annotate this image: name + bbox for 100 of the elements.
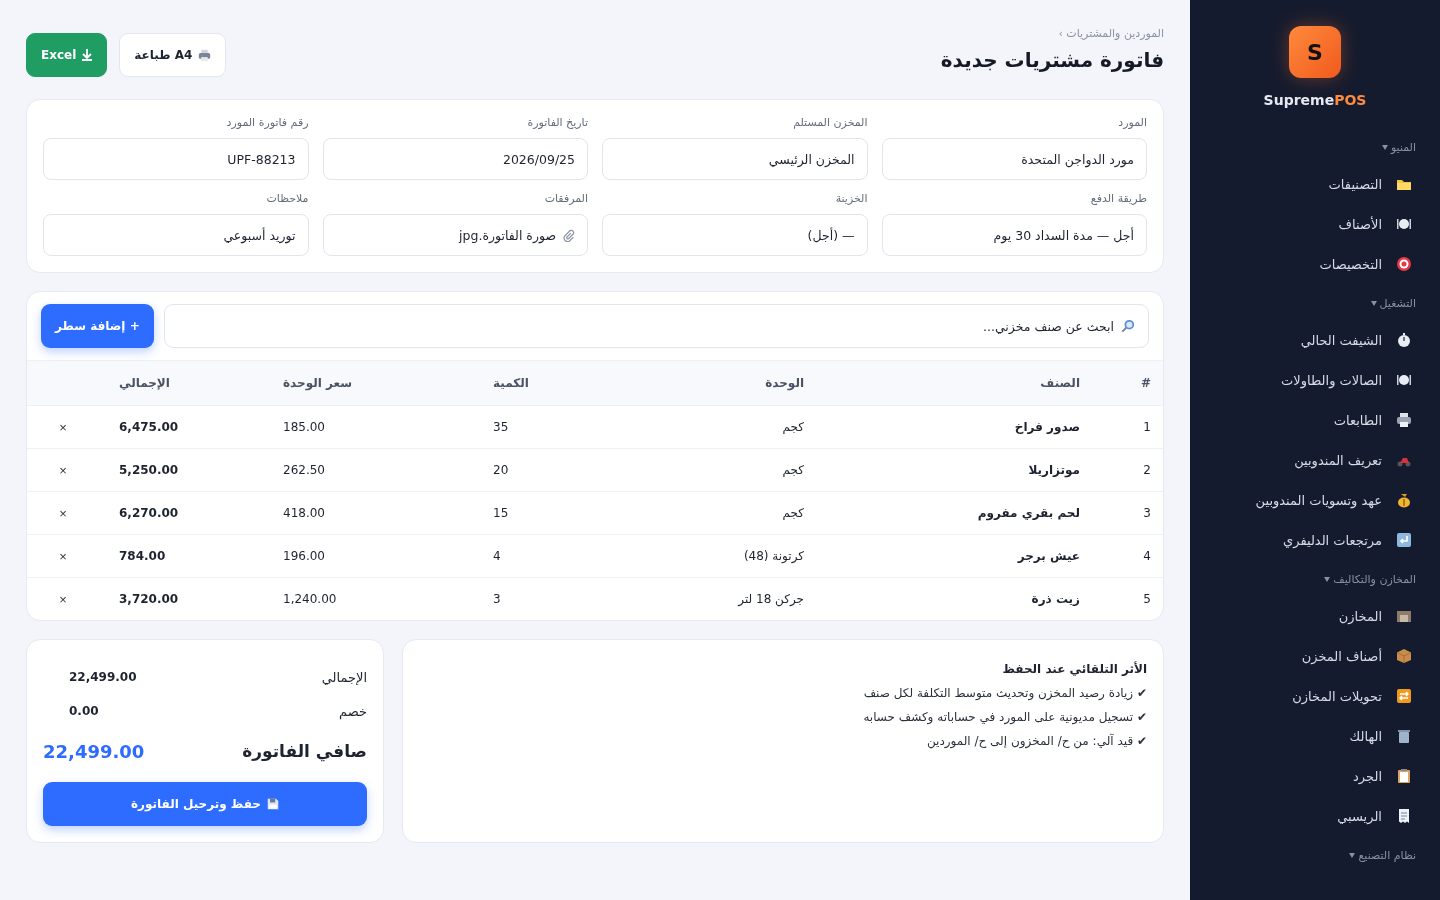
sidebar-item[interactable]: التخصيصات — [1190, 244, 1440, 284]
table-cell: زيت ذرة — [1031, 592, 1080, 606]
input-field[interactable]: توريد أسبوعي — [43, 214, 309, 256]
logo-icon: S — [1289, 26, 1341, 78]
table-cell: 784.00 — [119, 549, 166, 563]
section-header[interactable]: المخازن والتكاليف — [1190, 566, 1440, 592]
table-cell: 185.00 — [283, 420, 325, 434]
summary-value: 22,499.00 — [68, 670, 137, 684]
search-field[interactable]: ابحث عن صنف مخزني... — [163, 304, 1149, 348]
sidebar-item[interactable]: الريسبي — [1190, 796, 1440, 836]
sidebar-item[interactable]: الصالات والطاولات — [1190, 360, 1440, 400]
column-header: سعر الوحدة — [283, 376, 353, 390]
target-icon — [1396, 256, 1412, 272]
plate-icon — [1396, 216, 1412, 232]
add-row-button[interactable]: + إضافة سطر — [41, 304, 154, 348]
input-field[interactable]: المخزن الرئيسي — [602, 138, 868, 180]
clipboard-icon — [1396, 768, 1412, 784]
download-icon — [82, 49, 93, 61]
table-cell: عيش برجر — [1017, 549, 1080, 563]
sidebar-item[interactable]: الشيفت الحالي — [1190, 320, 1440, 360]
summary-label: الإجمالي — [321, 669, 367, 685]
sidebar-item[interactable]: الطابعات — [1190, 400, 1440, 440]
row-number: 4 — [1143, 549, 1151, 563]
remove-row-button[interactable]: × — [55, 548, 71, 564]
printer-icon — [1396, 412, 1412, 428]
sidebar-item[interactable]: تحويلات المخازن — [1190, 676, 1440, 716]
column-header: الإجمالي — [119, 376, 170, 390]
effects-title: الأثر التلقائي عند الحفظ — [1001, 662, 1147, 676]
row-number: 3 — [1143, 506, 1151, 520]
remove-row-button[interactable]: × — [55, 462, 71, 478]
effect-line: ✔ تسجيل مديونية على المورد في حساباته وكشف حسابه — [862, 710, 1147, 724]
net-total-label: صافي الفاتورة — [242, 741, 367, 761]
input-field[interactable]: أجل — مدة السداد 30 يوم — [881, 214, 1147, 256]
input-field[interactable]: مورد الدواجن المتحدة — [881, 138, 1147, 180]
save-invoice-button[interactable]: حفظ وترحيل الفاتورة — [43, 782, 367, 826]
column-header: الوحدة — [765, 376, 804, 390]
field-label: الخزينة — [834, 192, 868, 205]
table-cell: كجم — [782, 506, 804, 520]
column-header: الصنف — [1040, 376, 1080, 390]
sidebar-item[interactable]: الأصناف — [1190, 204, 1440, 244]
sidebar-item[interactable]: المخازن — [1190, 596, 1440, 636]
table-cell: 3 — [493, 592, 501, 606]
sidebar-item[interactable]: الهالك — [1190, 716, 1440, 756]
table-cell: موتزاريلا — [1028, 463, 1080, 477]
page-title: فاتورة مشتريات جديدة — [940, 48, 1164, 72]
table-cell: 4 — [493, 549, 501, 563]
receipt-icon — [1396, 808, 1412, 824]
input-field[interactable]: UPF-88213 — [43, 138, 309, 180]
effect-line: ✔ قيد آلي: من ح/ المخزون إلى ح/ الموردين — [925, 734, 1147, 748]
row-number: 1 — [1143, 420, 1151, 434]
table-cell: كرتونة (48) — [743, 549, 804, 563]
remove-row-button[interactable]: × — [55, 419, 71, 435]
row-number: 2 — [1143, 463, 1151, 477]
sidebar-item[interactable]: عهد وتسويات المندوبين — [1190, 480, 1440, 520]
table-cell: 20 — [493, 463, 509, 477]
field-label: تاريخ الفاتورة — [526, 116, 588, 129]
net-total-value: 22,499.00 — [43, 740, 145, 762]
table-cell: 35 — [493, 420, 509, 434]
sidebar-item[interactable]: تعريف المندوبين — [1190, 440, 1440, 480]
section-header[interactable]: نظام التصنيع — [1190, 842, 1440, 868]
remove-row-button[interactable]: × — [55, 591, 71, 607]
printer-icon — [198, 48, 212, 62]
table-cell: لحم بقري مفروم — [977, 506, 1080, 520]
input-field[interactable]: صورة الفاتورة.jpg — [322, 214, 588, 256]
section-header[interactable]: التشغيل — [1190, 290, 1440, 316]
effect-line: ✔ زيادة رصيد المخزن وتحديث متوسط التكلفة لكل صنف — [862, 686, 1147, 700]
remove-row-button[interactable]: × — [55, 505, 71, 521]
money-bag-icon — [1396, 492, 1412, 508]
table-cell: جركن 18 لتر — [738, 592, 804, 606]
section-header[interactable]: المنيو — [1190, 134, 1440, 160]
warehouse-icon — [1396, 608, 1412, 624]
table-cell: 6,475.00 — [119, 420, 179, 434]
trash-icon — [1396, 728, 1412, 744]
table-cell: كجم — [782, 420, 804, 434]
paperclip-icon — [562, 228, 575, 242]
field-label: رقم فاتورة المورد — [225, 116, 309, 129]
table-cell: 418.00 — [283, 506, 325, 520]
input-field[interactable]: 2026/09/25 — [322, 138, 588, 180]
field-label: المخزن المستلم — [792, 116, 868, 129]
table-cell: 15 — [493, 506, 509, 520]
table-cell: 262.50 — [283, 463, 325, 477]
print-button[interactable]: طباعة A4 — [119, 33, 227, 77]
row-number: 5 — [1143, 592, 1151, 606]
sidebar-item[interactable]: الجرد — [1190, 756, 1440, 796]
input-field[interactable]: — (أجل) — [602, 214, 868, 256]
field-label: ملاحظات — [265, 192, 309, 205]
column-header: الكمية — [493, 376, 529, 390]
plate-icon — [1396, 372, 1412, 388]
sidebar-item[interactable]: أصناف المخزن — [1190, 636, 1440, 676]
table-cell: 5,250.00 — [119, 463, 179, 477]
swap-arrows-icon — [1396, 688, 1412, 704]
column-header: # — [1140, 376, 1151, 390]
summary-label: خصم — [339, 703, 367, 719]
field-label: المورد — [1117, 116, 1147, 129]
sidebar-item[interactable]: التصنيفات — [1190, 164, 1440, 204]
table-cell: صدور فراخ — [1014, 420, 1080, 434]
brand-name: SupremePOS — [1263, 92, 1367, 108]
table-cell: 1,240.00 — [283, 592, 337, 606]
sidebar-item[interactable]: مرتجعات الدليفري — [1190, 520, 1440, 560]
summary-value: 0.00 — [68, 704, 99, 718]
